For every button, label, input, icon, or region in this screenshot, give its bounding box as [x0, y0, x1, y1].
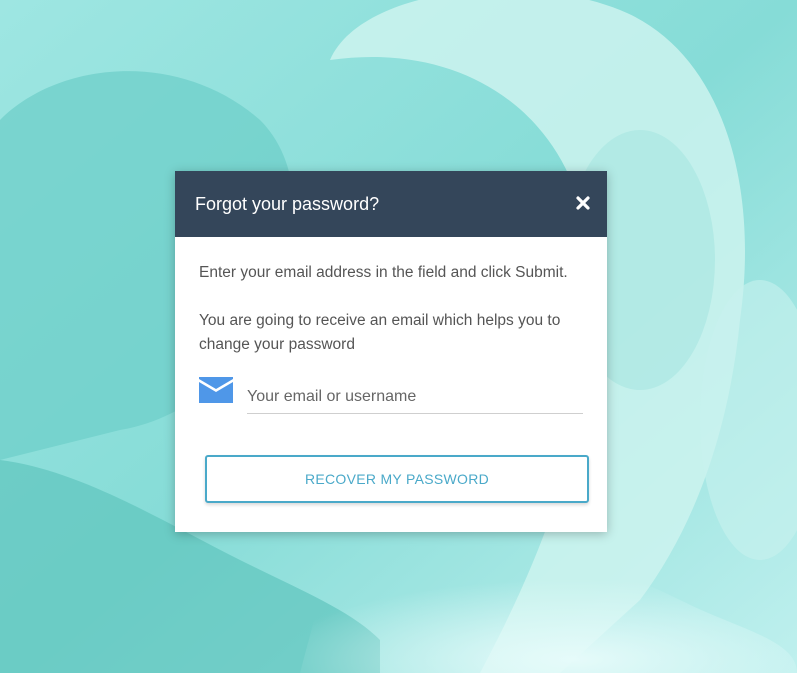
envelope-icon: [199, 377, 233, 403]
instruction-text-2: You are going to receive an email which …: [199, 312, 561, 353]
dialog-title: Forgot your password?: [195, 194, 380, 214]
close-icon: [576, 196, 590, 210]
instruction-text-1: Enter your email address in the field an…: [199, 264, 568, 281]
forgot-password-dialog: Forgot your password? Enter your email a…: [175, 171, 607, 532]
dialog-header: Forgot your password?: [175, 171, 607, 237]
recover-password-button[interactable]: RECOVER MY PASSWORD: [205, 455, 589, 503]
close-button[interactable]: [573, 193, 593, 213]
email-input[interactable]: [247, 381, 583, 414]
